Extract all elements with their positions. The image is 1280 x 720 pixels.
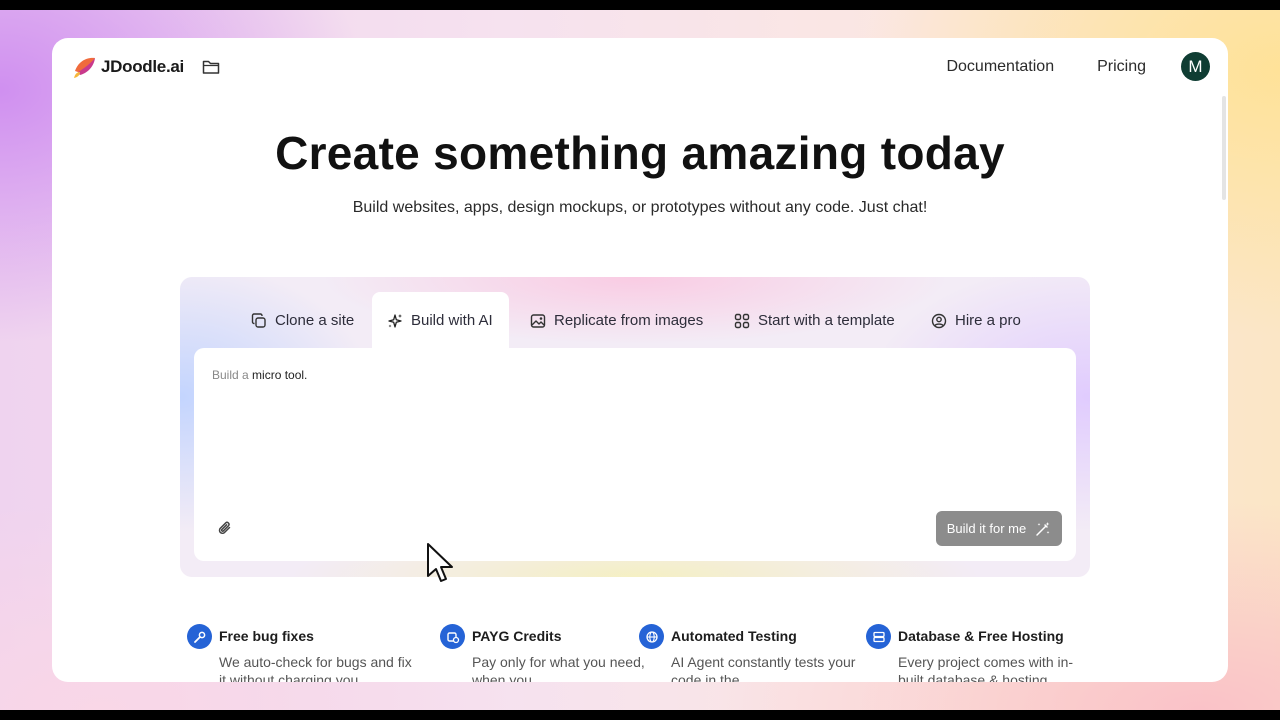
- logo-text: JDoodle.ai: [101, 57, 184, 76]
- tab-label: Start with a template: [758, 312, 895, 329]
- tab-clone-a-site[interactable]: Clone a site: [243, 292, 362, 349]
- prompt-emphasis: micro tool.: [252, 368, 308, 382]
- build-it-for-me-button[interactable]: Build it for me: [936, 511, 1062, 546]
- tab-hire-a-pro[interactable]: Hire a pro: [923, 292, 1029, 349]
- tab-label: Hire a pro: [955, 312, 1021, 329]
- mouse-cursor-icon: [427, 543, 453, 582]
- feature-desc: Pay only for what you need, when you: [472, 654, 645, 682]
- feature-title: Database & Free Hosting: [898, 628, 1064, 644]
- credits-icon: [440, 624, 465, 649]
- feature-title: Free bug fixes: [219, 628, 314, 644]
- person-icon: [931, 313, 947, 328]
- folder-icon[interactable]: [202, 59, 220, 75]
- feature-title: Automated Testing: [671, 628, 797, 644]
- nav-documentation[interactable]: Documentation: [946, 58, 1054, 76]
- image-icon: [530, 313, 546, 328]
- top-nav: Documentation Pricing M: [946, 52, 1210, 81]
- prompt-placeholder: Build a micro tool.: [212, 368, 307, 382]
- grid-icon: [734, 313, 750, 328]
- app-window: JDoodle.ai Documentation Pricing M Creat…: [52, 38, 1228, 682]
- builder-panel: Clone a site Build with AI Replicate fro…: [180, 277, 1090, 577]
- page-subtitle: Build websites, apps, design mockups, or…: [352, 199, 928, 216]
- copy-icon: [251, 312, 266, 328]
- server-icon: [866, 624, 891, 649]
- logo[interactable]: JDoodle.ai: [72, 54, 184, 80]
- feature-desc: We auto-check for bugs and fix it withou…: [219, 654, 412, 682]
- nav-pricing[interactable]: Pricing: [1097, 58, 1146, 76]
- wrench-icon: [187, 624, 212, 649]
- sparkles-icon: [388, 313, 402, 328]
- feature-title: PAYG Credits: [472, 628, 562, 644]
- tab-label: Build with AI: [411, 312, 493, 329]
- globe-icon: [639, 624, 664, 649]
- feature-desc: AI Agent constantly tests your code in t…: [671, 654, 856, 682]
- prompt-editor[interactable]: Build a micro tool. Build it for me: [194, 348, 1076, 561]
- page-title: Create something amazing today: [275, 127, 1005, 179]
- jdoodle-logo-icon: [74, 57, 95, 78]
- tab-replicate-from-images[interactable]: Replicate from images: [522, 292, 711, 349]
- tab-label: Replicate from images: [554, 312, 704, 329]
- tab-build-with-ai[interactable]: Build with AI: [372, 292, 509, 349]
- tab-label: Clone a site: [275, 312, 355, 329]
- build-button-label: Build it for me: [946, 521, 1027, 536]
- tab-start-with-a-template[interactable]: Start with a template: [726, 292, 903, 349]
- paperclip-icon[interactable]: [217, 520, 233, 536]
- magic-wand-icon: [1036, 521, 1050, 536]
- prompt-prefix: Build a: [212, 368, 253, 382]
- avatar[interactable]: M: [1181, 52, 1210, 81]
- feature-desc: Every project comes with in-built databa…: [898, 654, 1074, 682]
